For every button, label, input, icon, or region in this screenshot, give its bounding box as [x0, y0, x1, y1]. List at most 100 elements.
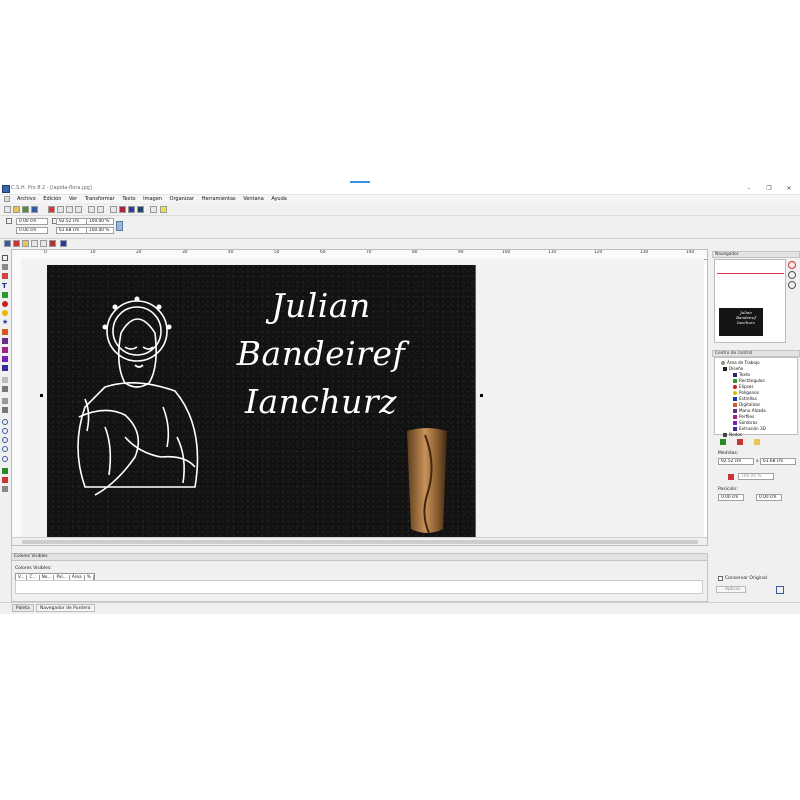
layer-icon[interactable] — [128, 206, 135, 213]
scrollbar-thumb[interactable] — [22, 540, 698, 544]
engraving-line-3[interactable]: Ianchurz — [201, 385, 441, 418]
keep-original-checkbox[interactable] — [718, 576, 723, 581]
menu-edicion[interactable]: Edición — [40, 195, 64, 203]
select-mode-icon[interactable] — [4, 240, 11, 247]
pointer-tool-icon[interactable] — [2, 255, 8, 261]
text-tool-icon[interactable]: T — [2, 283, 8, 290]
tab-palette[interactable]: Paleta — [12, 604, 34, 612]
menu-herramientas[interactable]: Herramientas — [199, 195, 239, 203]
knife-tool-icon[interactable] — [2, 386, 8, 392]
delete-icon[interactable] — [48, 206, 55, 213]
pan-mode-icon[interactable] — [31, 240, 38, 247]
lock-ratio-icon[interactable] — [116, 221, 123, 231]
tree-item-stars[interactable]: Estrellas — [733, 396, 757, 401]
grid-tool-icon[interactable] — [2, 486, 8, 492]
tab-pointer-navigator[interactable]: Navegador de Puntero — [36, 604, 95, 612]
panel-color-icon[interactable] — [737, 439, 743, 445]
import-icon[interactable] — [22, 206, 29, 213]
line-tool-icon[interactable] — [2, 407, 8, 413]
zoom-mode-icon[interactable] — [22, 240, 29, 247]
ellipse-tool-icon[interactable] — [2, 301, 8, 307]
tree-item-freehand[interactable]: Mano Alzada — [733, 408, 766, 413]
panel-style-icon[interactable] — [754, 439, 760, 445]
tree-item-text[interactable]: Texto — [733, 372, 750, 377]
crop-tool-icon[interactable] — [2, 273, 8, 279]
ungroup-icon[interactable] — [97, 206, 104, 213]
apply-button[interactable]: Aplicar — [716, 586, 746, 593]
new-file-icon[interactable] — [4, 206, 11, 213]
width-field[interactable]: 92.52 cm — [56, 218, 88, 225]
height-field[interactable]: 61.68 cm — [56, 227, 88, 234]
settings-icon[interactable] — [150, 206, 157, 213]
menu-ayuda[interactable]: Ayuda — [268, 195, 289, 203]
digitize-tool-icon[interactable] — [2, 329, 8, 335]
color-icon[interactable] — [119, 206, 126, 213]
zoom-out-tool-icon[interactable] — [2, 428, 8, 434]
doc-icon[interactable] — [4, 196, 10, 202]
position-x-field[interactable]: 0.00 cm — [718, 494, 744, 501]
zoom-page-tool-icon[interactable] — [2, 446, 8, 452]
node-mode-icon[interactable] — [13, 240, 20, 247]
minimize-button[interactable]: – — [742, 184, 756, 193]
measure-height-field[interactable]: 61.68 cm — [760, 458, 796, 465]
zoom-fit-tool-icon[interactable] — [2, 437, 8, 443]
fill-tool-icon[interactable] — [2, 468, 8, 474]
freehand-tool-icon[interactable] — [2, 338, 8, 344]
menu-organizar[interactable]: Organizar — [167, 195, 197, 203]
copy-icon[interactable] — [66, 206, 73, 213]
save-icon[interactable] — [31, 206, 38, 213]
tree-item-nodes[interactable]: Nodos — [723, 432, 742, 437]
menu-ventana[interactable]: Ventana — [240, 195, 267, 203]
scale-y-field[interactable]: 100.00 % — [86, 227, 114, 234]
pos-y-field[interactable]: 0.00 cm — [16, 227, 48, 234]
extrusion-tool-icon[interactable] — [2, 365, 8, 371]
eraser-tool-icon[interactable] — [2, 377, 8, 383]
tree-item-extrusion[interactable]: Extrusión 3D — [733, 426, 766, 431]
measure-tool-icon[interactable] — [2, 398, 8, 404]
tree-item-design[interactable]: Diseño — [723, 366, 743, 371]
selection-handle-left[interactable] — [40, 394, 43, 397]
zoom-in-tool-icon[interactable] — [2, 419, 8, 425]
tree-item-polygons[interactable]: Polígonos — [733, 390, 759, 395]
tree-item-digitize[interactable]: Digitalizar — [733, 402, 760, 407]
fill-mode-icon[interactable] — [49, 240, 56, 247]
position-y-field[interactable]: 0.00 cm — [756, 494, 782, 501]
paste-icon[interactable] — [75, 206, 82, 213]
nav-zoom-in-icon[interactable] — [788, 261, 796, 269]
menu-ver[interactable]: Ver — [66, 195, 80, 203]
horizontal-scrollbar[interactable] — [12, 537, 707, 545]
scale-field[interactable]: 100.00 % — [738, 473, 774, 480]
tree-item-shadows[interactable]: Sombras — [733, 420, 757, 425]
menu-transformar[interactable]: Transformar — [82, 195, 118, 203]
color-picker-tool-icon[interactable] — [2, 477, 8, 483]
profile-tool-icon[interactable] — [2, 347, 8, 353]
gravestone-plate[interactable]: Julian Bandeiref Ianchurz — [47, 265, 476, 545]
navigator-preview[interactable]: Julian Bandeiref Ianchurz — [714, 259, 786, 343]
measure-width-field[interactable]: 92.52 cm — [718, 458, 754, 465]
tree-item-workspace[interactable]: Área de Trabajo — [721, 360, 760, 365]
cut-icon[interactable] — [57, 206, 64, 213]
rectangle-tool-icon[interactable] — [2, 292, 8, 298]
scale-x-field[interactable]: 100.00 % — [86, 218, 114, 225]
nav-zoom-fit-icon[interactable] — [788, 281, 796, 289]
engraving-line-1[interactable]: Julian — [201, 289, 441, 322]
menu-texto[interactable]: Texto — [119, 195, 138, 203]
tree-item-profiles[interactable]: Perfiles — [733, 414, 754, 419]
undo-icon[interactable] — [776, 586, 784, 594]
shadow-tool-icon[interactable] — [2, 356, 8, 362]
selection-handle-right[interactable] — [480, 394, 483, 397]
maximize-button[interactable]: ❐ — [762, 184, 776, 193]
nav-zoom-out-icon[interactable] — [788, 271, 796, 279]
star-tool-icon[interactable]: ★ — [2, 319, 8, 326]
polygon-tool-icon[interactable] — [2, 310, 8, 316]
view-icon[interactable] — [137, 206, 144, 213]
open-folder-icon[interactable] — [13, 206, 20, 213]
zoom-selection-tool-icon[interactable] — [2, 456, 8, 462]
panel-fill-icon[interactable] — [720, 439, 726, 445]
node-tool-icon[interactable] — [2, 264, 8, 270]
tree-item-rectangles[interactable]: Rectángulos — [733, 378, 765, 383]
canvas-area[interactable]: Julian Bandeiref Ianchurz — [21, 259, 704, 545]
menu-archivo[interactable]: Archivo — [14, 195, 39, 203]
menu-imagen[interactable]: Imagen — [140, 195, 165, 203]
outline-mode-icon[interactable] — [60, 240, 67, 247]
